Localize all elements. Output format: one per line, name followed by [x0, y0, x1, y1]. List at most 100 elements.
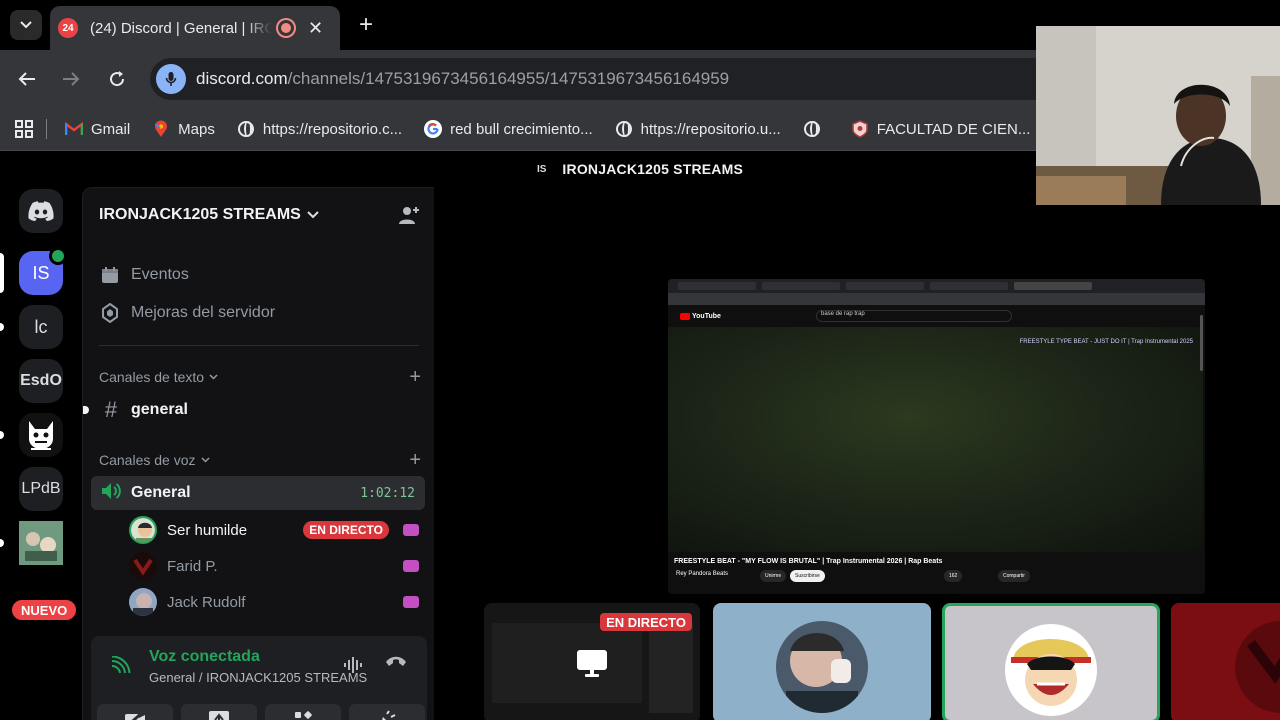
- user-tile-speaking[interactable]: [942, 603, 1160, 720]
- apps-button[interactable]: [14, 119, 34, 139]
- boost-icon: [99, 303, 121, 323]
- bookmark-maps[interactable]: Maps: [152, 120, 215, 138]
- server-initials-label: IS: [32, 262, 50, 283]
- activities-button[interactable]: [265, 704, 341, 720]
- server-esdo[interactable]: EsdO: [19, 359, 63, 403]
- monitor-icon: [576, 649, 608, 682]
- channel-general-text[interactable]: # general: [91, 393, 425, 427]
- shared-url-bar: [668, 293, 1205, 305]
- tab-title: (24) Discord | General | IRONJACK1205 ST…: [90, 19, 272, 37]
- youtube-join-button: Unirme: [760, 570, 787, 582]
- bookmark-label: https://repositorio.c...: [262, 120, 403, 138]
- youtube-subscribe-button: Suscribirse: [790, 570, 825, 582]
- voice-user-jack-rudolf[interactable]: Jack Rudolf: [129, 586, 421, 618]
- soundboard-icon: [382, 710, 396, 720]
- url-host: discord.com: [196, 69, 288, 88]
- voice-user-ser-humilde[interactable]: Ser humilde EN DIRECTO: [129, 514, 421, 546]
- server-list: IS lc EsdO LPdB NUEVO: [0, 187, 82, 720]
- bookmark-facultad[interactable]: FACULTAD DE CIEN...: [851, 120, 1031, 138]
- stream-tile-screen[interactable]: EN DIRECTO: [484, 603, 700, 720]
- bookmark-red-bull[interactable]: red bull crecimiento...: [424, 120, 593, 138]
- voice-category[interactable]: Canales de voz +: [99, 449, 421, 471]
- video-off-button[interactable]: [97, 704, 173, 720]
- youtube-now-playing: FREESTYLE TYPE BEAT - JUST DO IT | Trap …: [1019, 339, 1193, 345]
- screen-share-stream[interactable]: YouTube base de rap trap FREESTYLE TYPE …: [668, 279, 1205, 594]
- url-text: discord.com/channels/1475319673456164955…: [196, 69, 729, 89]
- channel-general-voice[interactable]: General 1:02:12: [91, 476, 425, 510]
- user-tile-ser-humilde[interactable]: [713, 603, 931, 720]
- address-bar[interactable]: discord.com/channels/1475319673456164955…: [150, 58, 1150, 100]
- avatar: [776, 621, 868, 713]
- voice-active-icon: [49, 247, 67, 265]
- bookmark-label: FACULTAD DE CIEN...: [876, 120, 1031, 138]
- avatar: [129, 516, 157, 544]
- category-label: Canales de texto: [99, 369, 205, 385]
- voice-user-name: Farid P.: [167, 557, 218, 575]
- soundboard-button[interactable]: [349, 704, 425, 720]
- reload-button[interactable]: [102, 64, 132, 94]
- bookmark-label: Maps: [178, 120, 215, 138]
- google-icon: [424, 120, 443, 138]
- server-ironjack[interactable]: IS: [19, 247, 67, 295]
- server-image-server[interactable]: [19, 521, 63, 565]
- voice-location[interactable]: General / IRONJACK1205 STREAMS: [149, 670, 367, 685]
- server-mascot[interactable]: [19, 413, 63, 457]
- disconnect-icon[interactable]: [385, 654, 407, 673]
- new-tab-button[interactable]: +: [352, 10, 380, 40]
- close-tab-icon[interactable]: ✕: [308, 18, 323, 39]
- category-label: Canales de voz: [99, 452, 196, 468]
- shared-tab: [762, 282, 840, 290]
- selected-server-pill: [0, 253, 4, 293]
- shared-tab: [678, 282, 756, 290]
- globe-icon: [615, 120, 633, 138]
- unread-server-pill: [0, 323, 4, 331]
- voice-user-name: Ser humilde: [167, 521, 248, 539]
- sidebar-divider: [99, 345, 419, 346]
- create-voice-channel-icon[interactable]: +: [409, 449, 421, 472]
- text-category[interactable]: Canales de texto +: [99, 366, 421, 388]
- youtube-logo-icon: YouTube: [680, 312, 721, 320]
- share-screen-button[interactable]: [181, 704, 257, 720]
- youtube-video-title: FREESTYLE BEAT - "MY FLOW IS BRUTAL" | T…: [674, 558, 943, 565]
- bookmark-repositorio-c[interactable]: https://repositorio.c...: [237, 120, 402, 138]
- shared-scrollbar: [1200, 315, 1203, 371]
- bookmark-gmail[interactable]: Gmail: [65, 120, 130, 138]
- server-header[interactable]: IRONJACK1205 STREAMS: [83, 188, 435, 242]
- stream-icon: [403, 596, 419, 608]
- voice-timer: 1:02:12: [360, 485, 415, 501]
- voice-user-farid[interactable]: Farid P.: [129, 550, 421, 582]
- new-badge[interactable]: NUEVO: [9, 597, 80, 623]
- avatar: [1171, 603, 1280, 720]
- forward-button[interactable]: [56, 64, 86, 94]
- direct-messages-button[interactable]: [19, 189, 63, 233]
- noise-suppression-icon[interactable]: [343, 656, 365, 679]
- user-tile-farid[interactable]: [1171, 603, 1280, 720]
- voice-status[interactable]: Voz conectada: [149, 648, 260, 666]
- globe-icon: [237, 120, 255, 138]
- browser-tab-discord[interactable]: 24 (24) Discord | General | IRONJACK1205…: [50, 6, 340, 50]
- arrow-left-icon: [18, 72, 35, 86]
- unread-server-pill: [0, 431, 4, 439]
- server-boost-item[interactable]: Mejoras del servidor: [99, 298, 275, 328]
- youtube-like-button: 162: [944, 570, 963, 582]
- chevron-down-icon: [209, 372, 218, 383]
- mascot-icon: [29, 421, 53, 450]
- create-text-channel-icon[interactable]: +: [409, 366, 421, 389]
- add-user-icon[interactable]: [398, 205, 420, 230]
- bookmark-repositorio-u[interactable]: https://repositorio.u...: [615, 120, 781, 138]
- bookmark-unnamed[interactable]: [803, 120, 829, 138]
- youtube-channel-name: Rey Pandora Beats: [676, 571, 729, 577]
- server-lpdb[interactable]: LPdB: [19, 467, 63, 511]
- microphone-icon[interactable]: [156, 64, 186, 94]
- server-image: [19, 521, 63, 565]
- events-item[interactable]: Eventos: [99, 260, 189, 290]
- chevron-down-icon: [307, 208, 319, 222]
- tab-search-button[interactable]: [10, 10, 42, 40]
- bookmarks-separator: [46, 119, 47, 139]
- channel-name: General: [131, 484, 191, 501]
- shared-tab: [1014, 282, 1092, 290]
- back-button[interactable]: [12, 64, 42, 94]
- server-lc[interactable]: lc: [19, 305, 63, 349]
- youtube-search: base de rap trap: [816, 310, 1012, 322]
- signal-icon[interactable]: [111, 655, 131, 679]
